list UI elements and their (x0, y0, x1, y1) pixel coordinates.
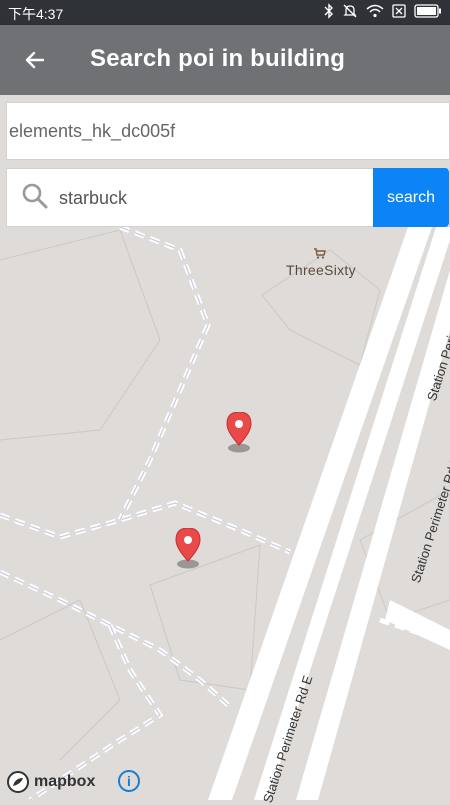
status-bar: 下午4:37 (0, 0, 450, 25)
mapbox-text: mapbox (34, 773, 96, 790)
mapbox-logo-icon (7, 771, 29, 793)
building-id-input[interactable] (7, 103, 449, 159)
search-button[interactable]: search (373, 168, 449, 227)
map-marker[interactable] (224, 411, 254, 461)
bluetooth-icon (324, 3, 334, 19)
poi-label[interactable]: ThreeSixty (286, 262, 356, 278)
status-time: 下午4:37 (8, 6, 64, 22)
page-title: Search poi in building (90, 45, 346, 72)
status-icons (324, 3, 442, 19)
search-icon (21, 182, 49, 215)
back-button[interactable] (14, 39, 56, 81)
app-bar: Search poi in building (0, 25, 450, 95)
search-input[interactable] (57, 169, 379, 228)
search-bar: search (6, 168, 450, 228)
arrow-left-icon (25, 51, 45, 69)
wifi-icon (366, 4, 384, 18)
info-icon[interactable]: i (118, 770, 140, 792)
map-marker[interactable] (173, 527, 203, 577)
building-id-field[interactable] (6, 102, 450, 160)
battery-icon (414, 4, 442, 18)
mapbox-logo[interactable]: mapbox (6, 770, 95, 794)
mute-bell-icon (342, 3, 358, 19)
sim-x-icon (392, 4, 406, 18)
